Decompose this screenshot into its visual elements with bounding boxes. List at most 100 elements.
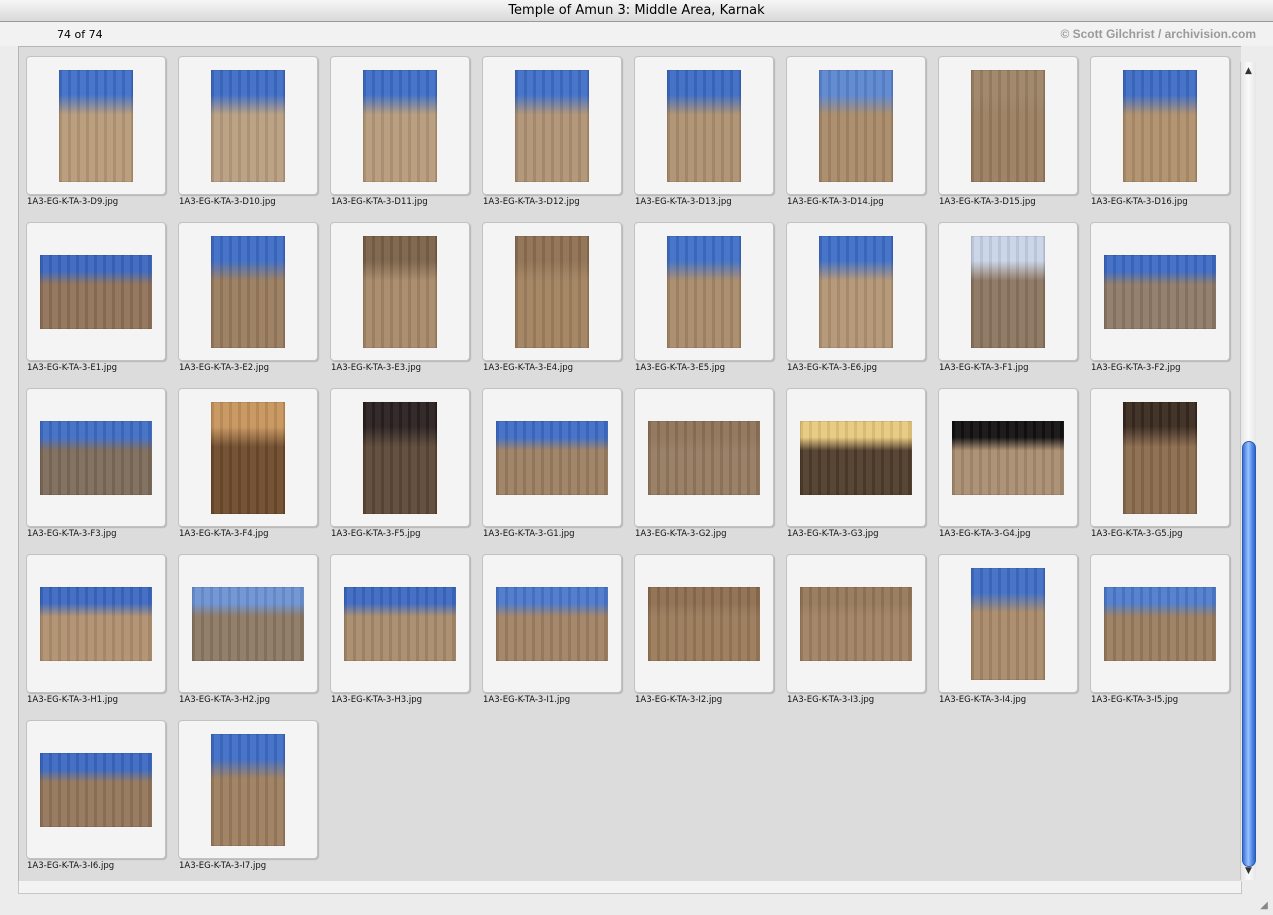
thumbnail-image[interactable]: [1123, 70, 1197, 182]
thumbnail-item[interactable]: 1A3-EG-K-TA-3-G5.jpg: [1090, 388, 1230, 554]
slide-mount[interactable]: [26, 554, 166, 693]
thumbnail-image[interactable]: [192, 587, 304, 661]
thumbnail-item[interactable]: 1A3-EG-K-TA-3-E6.jpg: [786, 222, 926, 388]
slide-mount[interactable]: [178, 222, 318, 361]
slide-mount[interactable]: [938, 56, 1078, 195]
slide-mount[interactable]: [482, 56, 622, 195]
thumbnail-item[interactable]: 1A3-EG-K-TA-3-I2.jpg: [634, 554, 774, 720]
thumbnail-item[interactable]: 1A3-EG-K-TA-3-H2.jpg: [178, 554, 318, 720]
thumbnail-image[interactable]: [800, 421, 912, 495]
slide-mount[interactable]: [1090, 222, 1230, 361]
scroll-thumb[interactable]: [1242, 441, 1256, 867]
slide-mount[interactable]: [330, 222, 470, 361]
thumbnail-image[interactable]: [40, 587, 152, 661]
thumbnail-image[interactable]: [211, 734, 285, 846]
thumbnail-image[interactable]: [819, 70, 893, 182]
slide-mount[interactable]: [26, 222, 166, 361]
thumbnail-item[interactable]: 1A3-EG-K-TA-3-G2.jpg: [634, 388, 774, 554]
slide-mount[interactable]: [178, 56, 318, 195]
thumbnail-item[interactable]: 1A3-EG-K-TA-3-F5.jpg: [330, 388, 470, 554]
slide-mount[interactable]: [938, 554, 1078, 693]
thumbnail-item[interactable]: 1A3-EG-K-TA-3-D12.jpg: [482, 56, 622, 222]
thumbnail-image[interactable]: [648, 421, 760, 495]
scroll-up-icon[interactable]: ▲: [1241, 64, 1256, 78]
slide-mount[interactable]: [634, 554, 774, 693]
slide-mount[interactable]: [26, 56, 166, 195]
thumbnail-item[interactable]: 1A3-EG-K-TA-3-E4.jpg: [482, 222, 622, 388]
thumbnail-image[interactable]: [1104, 587, 1216, 661]
thumbnail-item[interactable]: 1A3-EG-K-TA-3-D14.jpg: [786, 56, 926, 222]
thumbnail-image[interactable]: [344, 587, 456, 661]
thumbnail-image[interactable]: [667, 70, 741, 182]
thumbnail-image[interactable]: [211, 70, 285, 182]
thumbnail-image[interactable]: [363, 402, 437, 514]
thumbnail-item[interactable]: 1A3-EG-K-TA-3-G1.jpg: [482, 388, 622, 554]
thumbnail-image[interactable]: [819, 236, 893, 348]
slide-mount[interactable]: [482, 388, 622, 527]
slide-mount[interactable]: [938, 222, 1078, 361]
thumbnail-item[interactable]: 1A3-EG-K-TA-3-E2.jpg: [178, 222, 318, 388]
thumbnail-item[interactable]: 1A3-EG-K-TA-3-F2.jpg: [1090, 222, 1230, 388]
slide-mount[interactable]: [786, 222, 926, 361]
thumbnail-item[interactable]: 1A3-EG-K-TA-3-I5.jpg: [1090, 554, 1230, 720]
slide-mount[interactable]: [330, 554, 470, 693]
thumbnail-image[interactable]: [1104, 255, 1216, 329]
thumbnail-image[interactable]: [800, 587, 912, 661]
slide-mount[interactable]: [1090, 554, 1230, 693]
thumbnail-item[interactable]: 1A3-EG-K-TA-3-D10.jpg: [178, 56, 318, 222]
thumbnail-item[interactable]: 1A3-EG-K-TA-3-H1.jpg: [26, 554, 166, 720]
thumbnail-item[interactable]: 1A3-EG-K-TA-3-E1.jpg: [26, 222, 166, 388]
horizontal-scrollbar[interactable]: [18, 881, 1242, 894]
slide-mount[interactable]: [330, 56, 470, 195]
thumbnail-item[interactable]: 1A3-EG-K-TA-3-G3.jpg: [786, 388, 926, 554]
vertical-scrollbar[interactable]: ▲ ▼: [1240, 62, 1256, 880]
thumbnail-item[interactable]: 1A3-EG-K-TA-3-I3.jpg: [786, 554, 926, 720]
thumbnail-item[interactable]: 1A3-EG-K-TA-3-D16.jpg: [1090, 56, 1230, 222]
slide-mount[interactable]: [178, 720, 318, 859]
thumbnail-image[interactable]: [515, 70, 589, 182]
thumbnail-image[interactable]: [667, 236, 741, 348]
thumbnail-image[interactable]: [40, 421, 152, 495]
thumbnail-image[interactable]: [59, 70, 133, 182]
thumbnail-image[interactable]: [1123, 402, 1197, 514]
thumbnail-item[interactable]: 1A3-EG-K-TA-3-F3.jpg: [26, 388, 166, 554]
slide-mount[interactable]: [482, 554, 622, 693]
slide-mount[interactable]: [330, 388, 470, 527]
thumbnail-image[interactable]: [211, 236, 285, 348]
thumbnail-item[interactable]: 1A3-EG-K-TA-3-I6.jpg: [26, 720, 166, 881]
thumbnail-item[interactable]: 1A3-EG-K-TA-3-D9.jpg: [26, 56, 166, 222]
thumbnail-image[interactable]: [40, 255, 152, 329]
thumbnail-image[interactable]: [952, 421, 1064, 495]
thumbnail-item[interactable]: 1A3-EG-K-TA-3-H3.jpg: [330, 554, 470, 720]
slide-mount[interactable]: [634, 56, 774, 195]
thumbnail-image[interactable]: [211, 402, 285, 514]
slide-mount[interactable]: [938, 388, 1078, 527]
slide-mount[interactable]: [26, 720, 166, 859]
thumbnail-item[interactable]: 1A3-EG-K-TA-3-E5.jpg: [634, 222, 774, 388]
slide-mount[interactable]: [26, 388, 166, 527]
thumbnail-item[interactable]: 1A3-EG-K-TA-3-F1.jpg: [938, 222, 1078, 388]
slide-mount[interactable]: [1090, 388, 1230, 527]
thumbnail-item[interactable]: 1A3-EG-K-TA-3-D15.jpg: [938, 56, 1078, 222]
thumbnail-image[interactable]: [971, 236, 1045, 348]
thumbnail-image[interactable]: [363, 70, 437, 182]
thumbnail-item[interactable]: 1A3-EG-K-TA-3-D13.jpg: [634, 56, 774, 222]
thumbnail-image[interactable]: [40, 753, 152, 827]
slide-mount[interactable]: [482, 222, 622, 361]
slide-mount[interactable]: [786, 388, 926, 527]
slide-mount[interactable]: [1090, 56, 1230, 195]
thumbnail-image[interactable]: [496, 587, 608, 661]
thumbnail-item[interactable]: 1A3-EG-K-TA-3-D11.jpg: [330, 56, 470, 222]
slide-mount[interactable]: [634, 222, 774, 361]
thumbnail-image[interactable]: [363, 236, 437, 348]
thumbnail-item[interactable]: 1A3-EG-K-TA-3-I4.jpg: [938, 554, 1078, 720]
slide-mount[interactable]: [178, 554, 318, 693]
scroll-down-icon[interactable]: ▼: [1241, 864, 1256, 878]
thumbnail-image[interactable]: [971, 70, 1045, 182]
thumbnail-image[interactable]: [971, 568, 1045, 680]
thumbnail-item[interactable]: 1A3-EG-K-TA-3-G4.jpg: [938, 388, 1078, 554]
thumbnail-image[interactable]: [496, 421, 608, 495]
slide-mount[interactable]: [178, 388, 318, 527]
thumbnail-item[interactable]: 1A3-EG-K-TA-3-I7.jpg: [178, 720, 318, 881]
thumbnail-item[interactable]: 1A3-EG-K-TA-3-F4.jpg: [178, 388, 318, 554]
